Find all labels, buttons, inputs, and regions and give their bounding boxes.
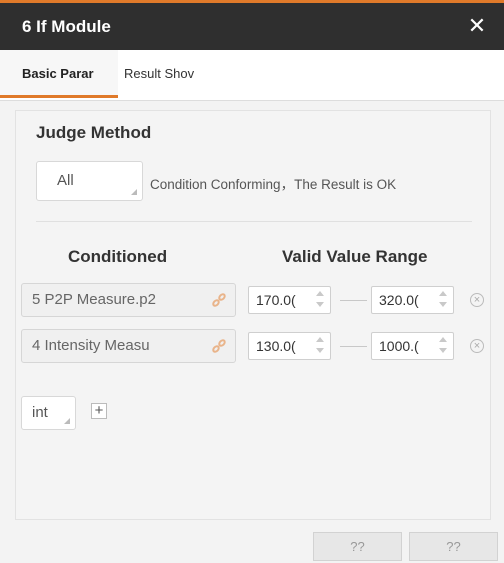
condition-name-1: 5 P2P Measure.p2 [32,291,156,308]
max-value-2: 1000.( [379,338,419,354]
tab-result-show[interactable]: Result Shov [118,50,208,98]
title-bar: 6 If Module ✕ [0,3,504,50]
footer-button-1[interactable]: ?? [313,532,402,561]
condition-type-value: int [32,404,48,421]
active-tab-underline [0,95,118,98]
tab-result-show-label: Result Shov [124,66,195,81]
judge-method-value: All [57,172,74,189]
max-input-2[interactable]: 1000.( [371,332,454,360]
max-input-1[interactable]: 320.0( [371,286,454,314]
window-title: 6 If Module [22,17,111,36]
tab-basic-params[interactable]: Basic Parar [0,50,118,98]
min-value-2: 130.0( [256,338,296,354]
max-value-1: 320.0( [379,292,419,308]
link-icon[interactable] [211,338,227,354]
condition-field-2[interactable]: 4 Intensity Measu [21,329,236,363]
footer-button-2[interactable]: ?? [409,532,498,561]
judge-description: Condition Conforming，The Result is OK [150,177,397,192]
dropdown-corner-icon [131,189,137,195]
min-input-2[interactable]: 130.0( [248,332,331,360]
judge-method-select[interactable]: All [36,161,143,201]
min-input-1[interactable]: 170.0( [248,286,331,314]
dropdown-corner-icon [64,418,70,424]
condition-type-select[interactable]: int [21,396,76,430]
spin-arrows-icon[interactable] [439,291,447,309]
tab-basic-params-label: Basic Parar [22,66,94,81]
remove-condition-icon[interactable]: × [470,293,484,307]
judge-method-label: Judge Method [36,123,152,142]
valid-range-header: Valid Value Range [282,247,428,266]
condition-field-1[interactable]: 5 P2P Measure.p2 [21,283,236,317]
condition-name-2: 4 Intensity Measu [32,337,150,354]
plus-icon[interactable]: + [91,403,107,419]
range-dash [340,346,367,347]
range-dash [340,300,367,301]
conditioned-header: Conditioned [68,247,168,266]
close-icon[interactable]: ✕ [464,12,490,40]
link-icon[interactable] [211,292,227,308]
spin-arrows-icon[interactable] [316,291,324,309]
remove-condition-icon[interactable]: × [470,339,484,353]
spin-arrows-icon[interactable] [439,337,447,355]
params-panel: Judge Method All Condition Conforming，Th… [15,110,491,520]
divider [36,221,472,222]
spin-arrows-icon[interactable] [316,337,324,355]
min-value-1: 170.0( [256,292,296,308]
tab-bar: Basic Parar Result Shov [0,50,504,101]
